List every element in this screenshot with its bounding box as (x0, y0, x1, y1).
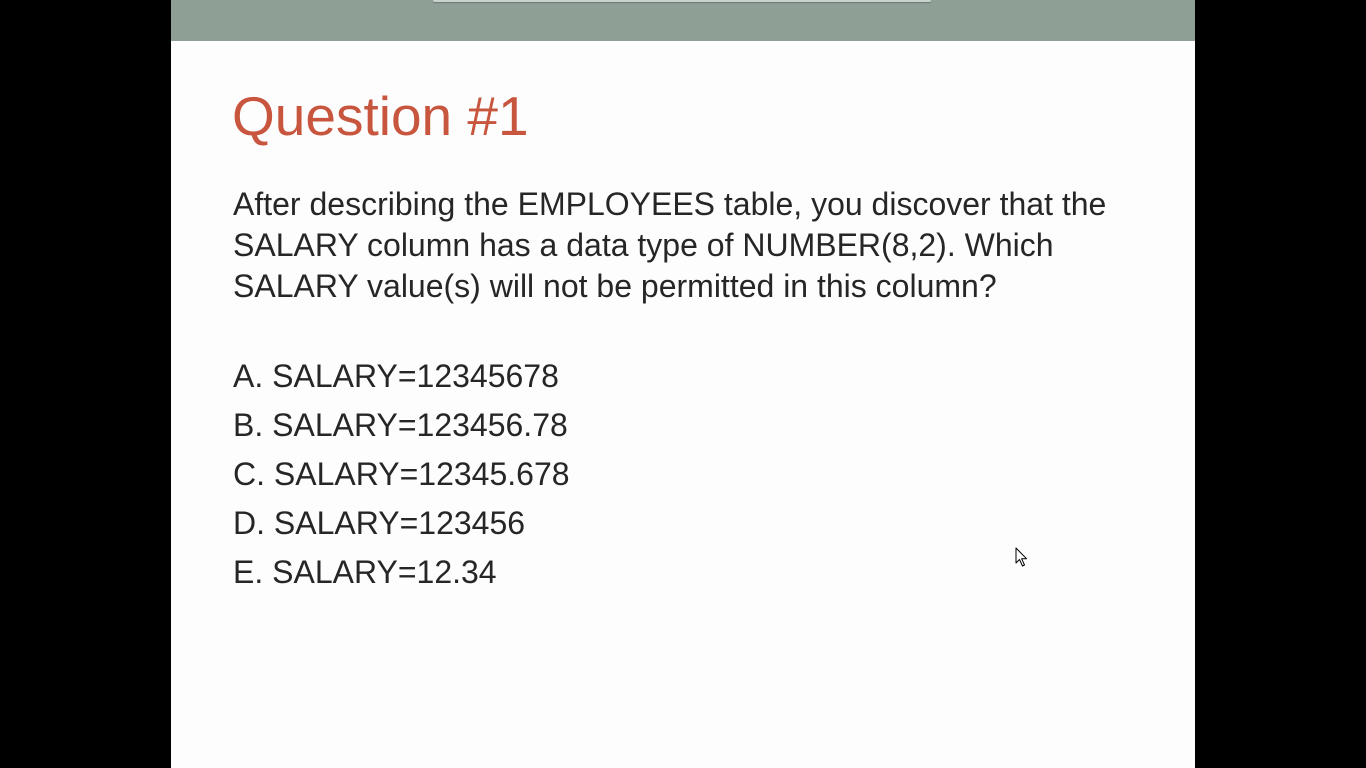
option-a: A. SALARY=12345678 (233, 358, 559, 394)
option-b: B. SALARY=123456.78 (233, 407, 568, 443)
presentation-viewer: Question #1 After describing the EMPLOYE… (0, 0, 1366, 768)
answer-options: A. SALARY=12345678 B. SALARY=123456.78 C… (233, 352, 570, 597)
slide-title: Question #1 (232, 85, 529, 147)
mouse-pointer-icon (1015, 547, 1027, 567)
option-e: E. SALARY=12.34 (233, 554, 497, 590)
option-c: C. SALARY=12345.678 (233, 456, 570, 492)
slide-header-band (171, 0, 1195, 41)
option-d: D. SALARY=123456 (233, 505, 526, 541)
header-band-accent (433, 0, 931, 2)
slide[interactable]: Question #1 After describing the EMPLOYE… (171, 0, 1195, 768)
question-text: After describing the EMPLOYEES table, yo… (233, 186, 1107, 304)
